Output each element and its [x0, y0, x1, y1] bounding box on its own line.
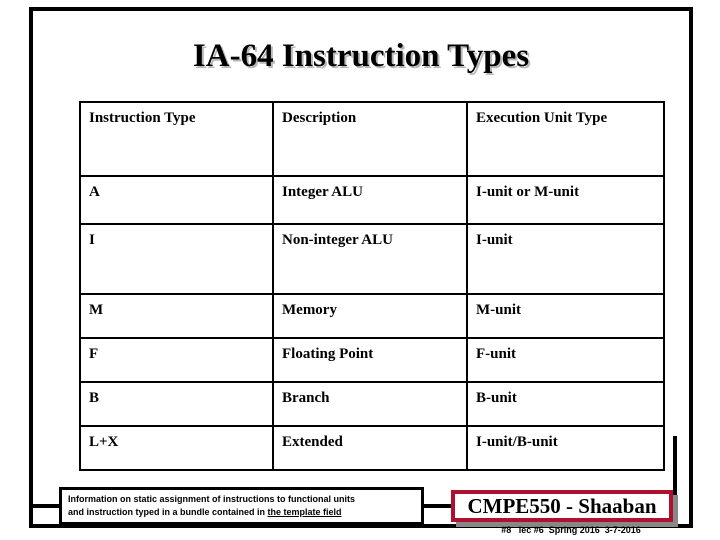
- table-row: F Floating Point F-unit: [79, 337, 665, 383]
- cell-description: Extended: [272, 425, 468, 471]
- note-connector-right-line: [423, 504, 453, 508]
- cell-description: Integer ALU: [272, 175, 468, 225]
- page-title: IA-64 Instruction Types: [192, 38, 530, 74]
- footnote-line-2: and instruction typed in a bundle contai…: [68, 506, 416, 519]
- cell-instruction-type: M: [79, 293, 274, 339]
- table-row: L+X Extended I-unit/B-unit: [79, 425, 665, 471]
- table-row: M Memory M-unit: [79, 293, 665, 339]
- footnote-box: Information on static assignment of inst…: [59, 487, 424, 525]
- cell-execution-unit: I-unit or M-unit: [466, 175, 665, 225]
- cell-execution-unit: I-unit: [466, 223, 665, 295]
- cell-execution-unit: I-unit/B-unit: [466, 425, 665, 471]
- cell-description: Memory: [272, 293, 468, 339]
- cell-description: Branch: [272, 381, 468, 427]
- footnote-template-field-emphasis: the template field: [267, 507, 342, 517]
- table-row: B Branch B-unit: [79, 381, 665, 427]
- table-row: I Non-integer ALU I-unit: [79, 223, 665, 295]
- cell-instruction-type: B: [79, 381, 274, 427]
- note-connector-left-line: [31, 504, 61, 508]
- cell-instruction-type: F: [79, 337, 274, 383]
- cell-instruction-type: A: [79, 175, 274, 225]
- course-banner: CMPE550 - Shaaban: [451, 490, 673, 522]
- cell-execution-unit: M-unit: [466, 293, 665, 339]
- cell-execution-unit: F-unit: [466, 337, 665, 383]
- table-row: A Integer ALU I-unit or M-unit: [79, 175, 665, 225]
- cell-instruction-type: I: [79, 223, 274, 295]
- cell-description: Floating Point: [272, 337, 468, 383]
- instruction-types-table: Instruction Type Description Execution U…: [79, 101, 665, 471]
- table-header-row: Instruction Type Description Execution U…: [79, 101, 665, 177]
- footnote-line-2-prefix: and instruction typed in a bundle contai…: [68, 507, 268, 517]
- column-header-description: Description: [272, 101, 468, 177]
- cell-instruction-type: L+X: [79, 425, 274, 471]
- column-header-instruction-type: Instruction Type: [79, 101, 274, 177]
- column-header-execution-unit-type: Execution Unit Type: [466, 101, 665, 177]
- cell-execution-unit: B-unit: [466, 381, 665, 427]
- slide-meta-info: #8 lec #6 Spring 2016 3-7-2016: [501, 525, 641, 535]
- cell-description: Non-integer ALU: [272, 223, 468, 295]
- footnote-line-1: Information on static assignment of inst…: [68, 494, 356, 504]
